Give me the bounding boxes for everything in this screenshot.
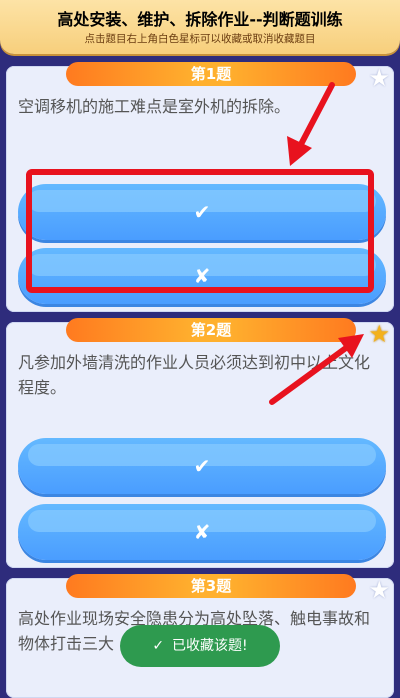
highlight-box xyxy=(26,169,374,293)
question-text: 凡参加外墙清洗的作业人员必须达到初中以上文化程度。 xyxy=(18,353,371,397)
answer-true-button[interactable]: ✔ xyxy=(18,438,386,494)
answer-false-button[interactable]: ✘ xyxy=(18,504,386,560)
toast-notification: ✓ 已收藏该题! xyxy=(120,625,280,667)
page-subtitle: 点击题目右上角白色星标可以收藏或取消收藏题目 xyxy=(84,33,316,45)
checkmark-icon: ✔ xyxy=(193,454,211,478)
question-number: 第3题 xyxy=(190,577,232,595)
question-number: 第1题 xyxy=(190,65,232,83)
cross-icon: ✘ xyxy=(193,520,211,544)
question-card-2: 第2题 ★ 凡参加外墙清洗的作业人员必须达到初中以上文化程度。 ✔ ✘ xyxy=(6,318,394,568)
star-icon[interactable]: ★ xyxy=(368,322,390,346)
page-header: 高处安装、维护、拆除作业--判断题训练 点击题目右上角白色星标可以收藏或取消收藏… xyxy=(0,0,400,54)
page-title: 高处安装、维护、拆除作业--判断题训练 xyxy=(57,10,343,29)
star-icon[interactable]: ★ xyxy=(368,66,390,90)
question-text: 空调移机的施工难点是室外机的拆除。 xyxy=(18,97,291,116)
question-number: 第2题 xyxy=(190,321,232,339)
check-icon: ✓ xyxy=(152,638,165,654)
star-icon[interactable]: ★ xyxy=(368,578,390,602)
toast-text: 已收藏该题! xyxy=(172,638,248,654)
